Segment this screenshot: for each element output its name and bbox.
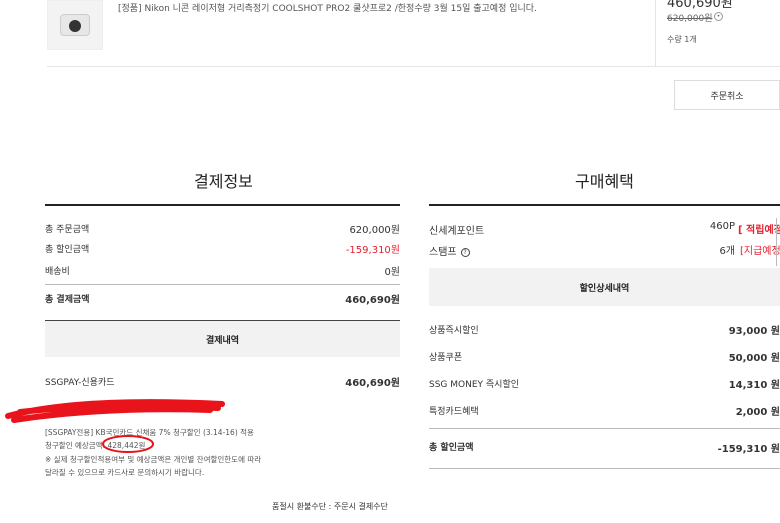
points-value: 460P bbox=[709, 221, 735, 232]
row-value: 0원 bbox=[384, 267, 400, 278]
help-icon[interactable]: ? bbox=[460, 247, 470, 257]
refund-note: 품절시 환불수단 : 주문시 결제수단 bbox=[272, 502, 388, 511]
divider bbox=[45, 204, 400, 206]
total-discount-value: -159,310 원 bbox=[717, 444, 780, 455]
discount-value: 14,310 원 bbox=[728, 380, 780, 391]
card-discount-disclaimer: 달라질 수 있으므로 카드사로 문의하시기 바랍니다. bbox=[45, 468, 205, 477]
divider bbox=[429, 468, 780, 469]
row-label: 총 주문금액 bbox=[45, 225, 90, 235]
total-payment-label: 총 결제금액 bbox=[45, 295, 90, 305]
divider bbox=[429, 204, 780, 206]
payment-details-header: 결제내역 bbox=[45, 321, 400, 357]
row-label: 총 할인금액 bbox=[45, 245, 90, 255]
total-discount-label: 총 할인금액 bbox=[429, 443, 474, 453]
product-thumbnail[interactable] bbox=[47, 0, 103, 50]
stamp-label: 스탬프 bbox=[429, 247, 457, 258]
scroll-edge bbox=[776, 218, 777, 266]
divider bbox=[45, 284, 400, 285]
row-value: 620,000원 bbox=[349, 225, 400, 236]
discount-label: 특정카드혜택 bbox=[429, 407, 479, 417]
cancel-order-button[interactable]: 주문취소 bbox=[674, 80, 780, 110]
discount-label: 상품쿠폰 bbox=[429, 353, 463, 363]
original-price: 620,000원 bbox=[667, 14, 713, 24]
info-icon[interactable]: • bbox=[714, 12, 723, 21]
discount-label: 상품즉시할인 bbox=[429, 326, 479, 336]
points-status: [ 적립예정 bbox=[738, 225, 780, 236]
product-name[interactable]: [정품] Nikon 니콘 레이저형 거리측정기 COOLSHOT PRO2 쿨… bbox=[118, 1, 537, 14]
quantity: 수량 1개 bbox=[667, 35, 697, 44]
highlight-circle bbox=[102, 435, 154, 453]
discount-value: 50,000 원 bbox=[728, 353, 780, 364]
divider bbox=[429, 428, 780, 429]
stamp-value: 6개 bbox=[719, 246, 735, 257]
total-payment-value: 460,690원 bbox=[345, 295, 400, 306]
divider bbox=[655, 0, 656, 66]
discount-value: -159,310원 bbox=[345, 245, 400, 256]
payment-info-title: 결제정보 bbox=[194, 172, 253, 191]
discount-details-header: 할인상세내역 bbox=[429, 268, 780, 306]
camera-icon bbox=[60, 14, 90, 36]
redaction-scribble bbox=[5, 399, 225, 423]
sale-price: 460,690원 bbox=[667, 0, 733, 11]
stamp-row: 스탬프? bbox=[429, 243, 470, 258]
payment-method: SSGPAY-신용카드 bbox=[45, 378, 115, 388]
payment-method-value: 460,690원 bbox=[345, 378, 400, 389]
card-discount-disclaimer: ※ 실제 청구할인적용여부 및 예상금액은 개인별 잔여할인한도에 따라 bbox=[45, 455, 262, 464]
discount-value: 93,000 원 bbox=[728, 326, 780, 337]
discount-value: 2,000 원 bbox=[735, 407, 780, 418]
discount-label: SSG MONEY 즉시할인 bbox=[429, 380, 520, 390]
divider bbox=[47, 66, 780, 67]
row-label: 배송비 bbox=[45, 267, 70, 277]
benefits-title: 구매혜택 bbox=[575, 172, 634, 191]
stamp-status: [지급예정 bbox=[740, 246, 780, 257]
points-label: 신세계포인트 bbox=[429, 226, 485, 237]
